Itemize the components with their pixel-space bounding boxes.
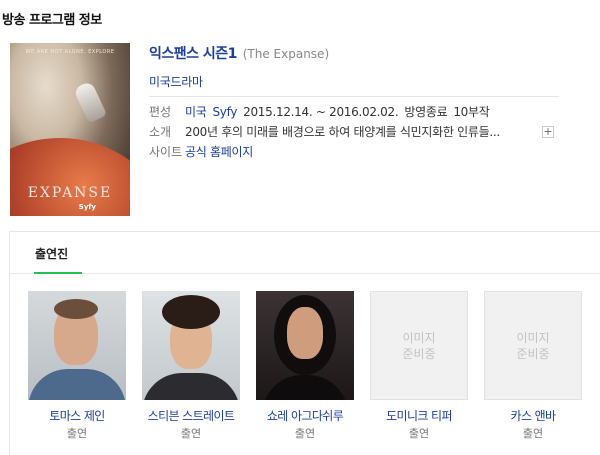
broadcast-channel[interactable]: Syfy xyxy=(212,105,237,119)
program-title-row: 익스팬스 시즌1 (The Expanse) xyxy=(149,43,329,63)
cast-photo[interactable] xyxy=(142,291,240,400)
intro-row: 소개 200년 후의 미래를 배경으로 하여 태양계를 식민지화한 인류들... xyxy=(149,123,500,139)
cast-card[interactable]: 이미지 준비중 카스 앤바 출연 xyxy=(484,291,582,441)
broadcast-episodes: 10부작 xyxy=(453,104,490,119)
program-poster[interactable]: WE ARE NOT ALONE. EXPLORE EXPANSE Syfy xyxy=(10,43,130,216)
cast-name[interactable]: 쇼레 아그다쉬루 xyxy=(256,409,354,423)
poster-planet xyxy=(10,138,130,216)
cast-role: 출연 xyxy=(294,427,316,440)
tab-divider xyxy=(10,273,600,274)
site-label: 사이트 xyxy=(149,144,183,159)
cast-photo[interactable] xyxy=(28,291,126,400)
poster-network: Syfy xyxy=(78,203,96,211)
expand-plus-icon[interactable]: + xyxy=(542,126,554,138)
broadcast-status: 방영종료 xyxy=(404,104,448,119)
cast-card[interactable]: 이미지 준비중 도미니크 티퍼 출연 xyxy=(370,291,468,441)
cast-card[interactable]: 스티븐 스트레이트 출연 xyxy=(142,291,240,441)
placeholder-text: 이미지 준비중 xyxy=(402,330,436,361)
site-row: 사이트 공식 홈페이지 xyxy=(149,143,253,159)
intro-text: 200년 후의 미래를 배경으로 하여 태양계를 식민지화한 인류들... xyxy=(185,124,500,139)
broadcast-label: 편성 xyxy=(149,104,172,119)
cast-name[interactable]: 도미니크 티퍼 xyxy=(370,409,468,423)
cast-card[interactable]: 토마스 제인 출연 xyxy=(28,291,126,441)
cast-name[interactable]: 토마스 제인 xyxy=(28,409,126,423)
cast-role: 출연 xyxy=(522,427,544,440)
tab-cast[interactable]: 출연진 xyxy=(35,245,68,262)
poster-tagline: WE ARE NOT ALONE. EXPLORE xyxy=(25,49,115,55)
program-original-title: (The Expanse) xyxy=(242,47,330,61)
program-genre[interactable]: 미국드라마 xyxy=(149,73,203,90)
poster-astronaut xyxy=(72,80,108,124)
placeholder-text: 이미지 준비중 xyxy=(516,330,550,361)
cast-role: 출연 xyxy=(408,427,430,440)
intro-label: 소개 xyxy=(149,124,172,139)
cast-card[interactable]: 쇼레 아그다쉬루 출연 xyxy=(256,291,354,441)
cast-photo-placeholder[interactable]: 이미지 준비중 xyxy=(484,291,582,400)
tab-active-indicator xyxy=(34,272,82,274)
broadcast-row: 편성 미국 Syfy 2015.12.14. ~ 2016.02.02. 방영종료 10… xyxy=(149,103,490,120)
info-divider xyxy=(149,96,559,97)
section-title: 방송 프로그램 정보 xyxy=(2,13,102,28)
cast-role: 출연 xyxy=(66,427,88,440)
cast-role: 출연 xyxy=(180,427,202,440)
broadcast-country[interactable]: 미국 xyxy=(185,105,207,119)
poster-logo: EXPANSE xyxy=(27,185,113,201)
broadcast-period: 2015.12.14. ~ 2016.02.02. xyxy=(243,104,399,119)
cast-panel: 출연진 토마스 제인 출연 스티븐 스트레이트 출연 쇼레 아그다쉬루 출연 이… xyxy=(9,231,600,455)
cast-photo[interactable] xyxy=(256,291,354,400)
cast-name[interactable]: 카스 앤바 xyxy=(484,409,582,423)
broadcast-value: 미국 Syfy 2015.12.14. ~ 2016.02.02. 방영종료 10부작 xyxy=(185,103,490,120)
program-title[interactable]: 익스팬스 시즌1 xyxy=(149,46,237,62)
cast-photo-placeholder[interactable]: 이미지 준비중 xyxy=(370,291,468,400)
official-site-link[interactable]: 공식 홈페이지 xyxy=(185,143,253,160)
cast-name[interactable]: 스티븐 스트레이트 xyxy=(142,409,240,423)
